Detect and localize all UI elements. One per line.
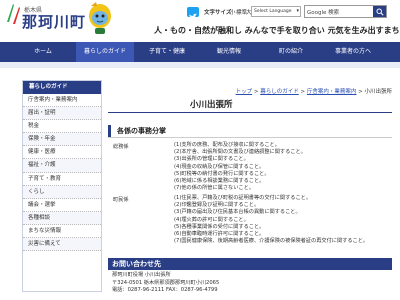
duty-list-residents: (1)住民票、戸籍及び町税の証明書等の交付に関すること。 (2)印鑑登録及び証明… bbox=[174, 195, 368, 245]
nav-home[interactable]: ホーム bbox=[14, 42, 72, 62]
breadcrumb-top[interactable]: トップ bbox=[236, 89, 253, 95]
sidebar-item-insurance-pension[interactable]: 保険・年金 bbox=[23, 133, 101, 147]
title-divider bbox=[108, 112, 392, 113]
nav-living-guide[interactable]: 暮らしのガイド bbox=[76, 42, 134, 62]
sidebar: 暮らしのガイド 庁舎案内・業務案内 届出・証明 税金 保険・年金 健康・医療 福… bbox=[22, 80, 102, 292]
fax-label: FAX： bbox=[164, 287, 181, 293]
town-logo-icon[interactable] bbox=[4, 2, 22, 26]
global-nav: ホーム 暮らしのガイド 子育て・健康 観光情報 町の紹介 事業者の方へ bbox=[0, 42, 400, 62]
breadcrumb-separator: > bbox=[300, 89, 306, 95]
contact-address: 〒324-0501 栃木県那須郡那珂川町小川2065 bbox=[112, 279, 220, 286]
section-heading: 各係の事務分掌 bbox=[108, 125, 392, 137]
duty-item: (3)戸籍の届出及び住民基本台帳の異動に関すること。 bbox=[174, 209, 301, 216]
breadcrumb: トップ > 暮らしのガイド > 庁舎案内・業務案内 > 小川出張所 bbox=[0, 87, 392, 95]
duty-item: (3)出張所の管理に関すること。 bbox=[174, 156, 249, 163]
language-select-value: Select Language bbox=[254, 9, 292, 14]
duty-item: (5)町税等の納付書の発行に関すること。 bbox=[174, 170, 270, 177]
sidebar-item-disaster-info[interactable]: まちな災情報 bbox=[23, 224, 101, 239]
search-input[interactable]: Google 検索 bbox=[307, 8, 339, 16]
nav-business[interactable]: 事業者の方へ bbox=[324, 42, 382, 62]
duty-item: (7)国民健康保険、後期高齢者医療、介護保険の被保険者証の再交付に関すること。 bbox=[174, 238, 369, 245]
nav-childcare-health[interactable]: 子育て・健康 bbox=[138, 42, 196, 62]
site-header: 栃木県 那珂川町 文字サイズ 小 標準 大 Select Language ▾ … bbox=[0, 0, 400, 42]
text-size-small-button[interactable]: 小 bbox=[230, 8, 236, 16]
contact-office-name: 那珂川町役場 小川出張所 bbox=[112, 272, 171, 278]
phone-label: 電話： bbox=[112, 287, 128, 293]
sidebar-item-living[interactable]: くらし bbox=[23, 185, 101, 199]
breadcrumb-separator: > bbox=[358, 89, 363, 95]
phone-number-link[interactable]: 0287-96-2111 bbox=[128, 287, 165, 293]
text-size-label: 文字サイズ bbox=[204, 10, 232, 16]
contact-phone-fax: 電話：0287-96-2111 FAX：0287-96-4799 bbox=[112, 287, 392, 295]
nav-town-intro[interactable]: 町の紹介 bbox=[262, 42, 320, 62]
nav-tourism[interactable]: 観光情報 bbox=[200, 42, 258, 62]
sidebar-item-consultation[interactable]: 各種相談 bbox=[23, 211, 101, 225]
dept-residents: 町民係 bbox=[113, 197, 129, 203]
section-divider bbox=[108, 137, 392, 138]
duty-item: (4)埋火葬の許可に関すること。 bbox=[174, 216, 249, 223]
mascot-icon bbox=[89, 2, 111, 34]
fax-number: 0287-96-4799 bbox=[180, 287, 218, 293]
page-title: 小川出張所 bbox=[190, 100, 233, 110]
sidebar-item-childcare-education[interactable]: 子育て・教育 bbox=[23, 172, 101, 186]
nav-band bbox=[0, 62, 400, 68]
sidebar-item-tax[interactable]: 税金 bbox=[23, 120, 101, 134]
sidebar-item-office-guide[interactable]: 庁舎案内・業務案内 bbox=[23, 94, 101, 108]
duty-item: (4)現金の収納及び保管に関すること。 bbox=[174, 163, 265, 170]
twitter-icon[interactable] bbox=[187, 7, 199, 20]
contact-heading: お問い合わせ先 bbox=[108, 258, 392, 270]
town-tagline: 人・もの・自然が融和し みんなで手を取り合い 元気を生み出すまち bbox=[154, 26, 400, 35]
breadcrumb-separator: > bbox=[253, 89, 259, 95]
sidebar-item-welfare-care[interactable]: 福祉・介護 bbox=[23, 159, 101, 173]
sidebar-item-assembly-election[interactable]: 議会・選挙 bbox=[23, 198, 101, 212]
duty-item: (7)他の係の所管に属さないこと。 bbox=[174, 185, 254, 192]
search-icon[interactable] bbox=[373, 6, 386, 17]
duty-item: (5)各種事業関係の受付に関すること。 bbox=[174, 223, 265, 230]
contact-info: 那珂川町役場 小川出張所 〒324-0501 栃木県那須郡那珂川町小川2065 … bbox=[108, 272, 392, 295]
sidebar-item-notifications[interactable]: 届出・証明 bbox=[23, 107, 101, 121]
chevron-down-icon: ▾ bbox=[296, 8, 299, 14]
breadcrumb-office-guide[interactable]: 庁舎案内・業務案内 bbox=[307, 89, 357, 95]
breadcrumb-current: 小川出張所 bbox=[364, 89, 392, 95]
town-name-logo[interactable]: 那珂川町 bbox=[22, 11, 86, 32]
site-search[interactable]: Google 検索 bbox=[304, 5, 387, 18]
sidebar-item-disaster-prep[interactable]: 災害に備えて bbox=[23, 238, 101, 252]
breadcrumb-living-guide[interactable]: 暮らしのガイド bbox=[260, 89, 299, 95]
dept-general-affairs: 総務係 bbox=[113, 144, 129, 150]
language-select[interactable]: Select Language ▾ bbox=[251, 6, 301, 17]
sidebar-item-health-medical[interactable]: 健康・医療 bbox=[23, 146, 101, 160]
duty-list-general: (1)支所の庶務、配布及び接収に関すること。 (2)本庁舎、出張所間の文書及び連… bbox=[174, 142, 306, 192]
